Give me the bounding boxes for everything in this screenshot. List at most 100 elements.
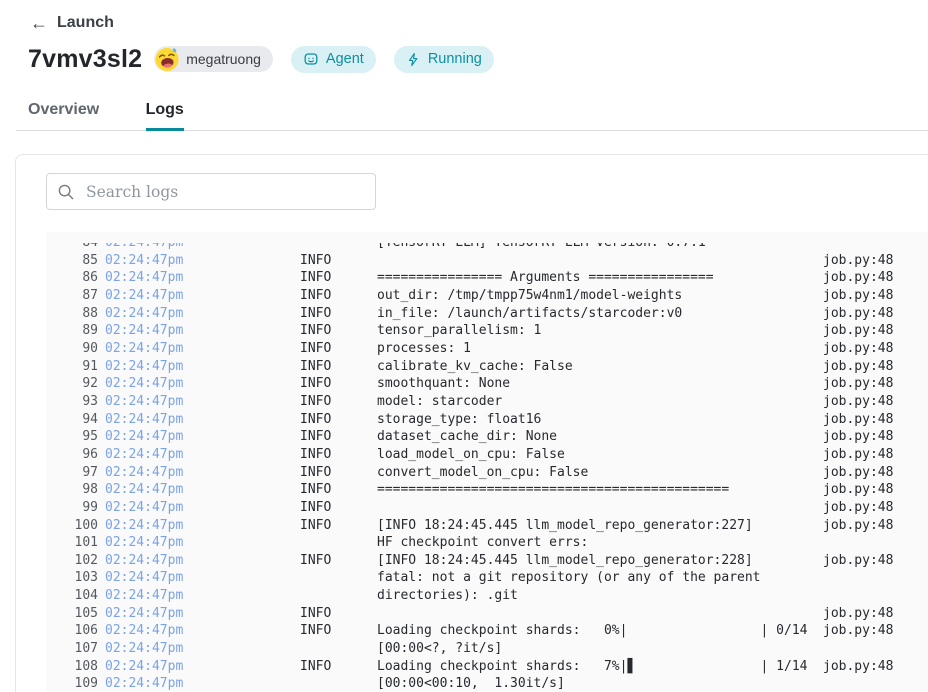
search-icon (57, 183, 75, 201)
log-timestamp[interactable]: 02:24:47pm (105, 569, 183, 587)
search-box[interactable] (46, 173, 376, 210)
log-row: 93 02:24:47pm INFO model: starcoder job.… (46, 393, 928, 411)
log-line-number: 92 (46, 375, 98, 393)
log-message: HF checkpoint convert errs: (377, 534, 588, 552)
log-message: [INFO 18:24:45.445 llm_model_repo_genera… (377, 552, 753, 570)
log-level: INFO (300, 446, 331, 464)
log-timestamp[interactable]: 02:24:47pm (105, 552, 183, 570)
log-timestamp[interactable]: 02:24:47pm (105, 605, 183, 623)
log-line-number: 86 (46, 269, 98, 287)
log-timestamp[interactable]: 02:24:47pm (105, 375, 183, 393)
log-source: job.py:48 (823, 358, 893, 376)
log-level: INFO (300, 605, 331, 623)
back-link[interactable]: ← Launch (30, 14, 114, 32)
log-timestamp[interactable]: 02:24:47pm (105, 675, 183, 692)
title-row: 7vmv3sl2 megatruong Agent (28, 42, 494, 76)
log-timestamp[interactable]: 02:24:47pm (105, 411, 183, 429)
log-source: job.py:48 (823, 252, 893, 270)
log-message: convert_model_on_cpu: False (377, 464, 588, 482)
log-line-number: 109 (46, 675, 98, 692)
log-level: INFO (300, 411, 331, 429)
log-timestamp[interactable]: 02:24:47pm (105, 499, 183, 517)
back-label[interactable]: Launch (57, 14, 114, 32)
log-line-number: 104 (46, 587, 98, 605)
log-line-number: 98 (46, 481, 98, 499)
log-timestamp[interactable]: 02:24:47pm (105, 393, 183, 411)
log-row: 91 02:24:47pm INFO calibrate_kv_cache: F… (46, 358, 928, 376)
log-level: INFO (300, 552, 331, 570)
log-source: job.py:48 (823, 446, 893, 464)
log-timestamp[interactable]: 02:24:47pm (105, 481, 183, 499)
log-level: INFO (300, 287, 331, 305)
log-timestamp[interactable]: 02:24:47pm (105, 658, 183, 676)
log-line-number: 99 (46, 499, 98, 517)
log-row: 98 02:24:47pm INFO =====================… (46, 481, 928, 499)
log-line-number: 105 (46, 605, 98, 623)
log-source: job.py:48 (823, 269, 893, 287)
log-timestamp[interactable]: 02:24:47pm (105, 534, 183, 552)
log-line-number: 84 (46, 243, 98, 252)
log-timestamp[interactable]: 02:24:47pm (105, 252, 183, 270)
log-line-number: 88 (46, 305, 98, 323)
log-line-number: 95 (46, 428, 98, 446)
log-timestamp[interactable]: 02:24:47pm (105, 446, 183, 464)
log-timestamp[interactable]: 02:24:47pm (105, 305, 183, 323)
log-source: job.py:48 (823, 605, 893, 623)
log-timestamp[interactable]: 02:24:47pm (105, 269, 183, 287)
log-timestamp[interactable]: 02:24:47pm (105, 587, 183, 605)
log-timestamp[interactable]: 02:24:47pm (105, 358, 183, 376)
log-row: 102 02:24:47pm INFO [INFO 18:24:45.445 l… (46, 552, 928, 570)
log-source: job.py:48 (823, 658, 893, 676)
log-timestamp[interactable]: 02:24:47pm (105, 464, 183, 482)
log-source: job.py:48 (823, 375, 893, 393)
log-message: storage_type: float16 (377, 411, 541, 429)
log-timestamp[interactable]: 02:24:47pm (105, 517, 183, 535)
log-viewer[interactable]: 84 02:24:47pm [TensorRT-LLM] TensorRT-LL… (46, 232, 928, 692)
log-line-number: 106 (46, 622, 98, 640)
launch-run-page: ← Launch 7vmv3sl2 megatruong Agent (0, 0, 928, 692)
owner-name: megatruong (186, 51, 261, 67)
log-line-number: 96 (46, 446, 98, 464)
log-line-number: 91 (46, 358, 98, 376)
log-line-number: 89 (46, 322, 98, 340)
agent-badge-label: Agent (326, 51, 364, 67)
log-row: 84 02:24:47pm [TensorRT-LLM] TensorRT-LL… (46, 243, 928, 252)
log-timestamp[interactable]: 02:24:47pm (105, 243, 183, 252)
tab-overview[interactable]: Overview (28, 101, 99, 130)
log-row: 108 02:24:47pm INFO Loading checkpoint s… (46, 658, 928, 676)
owner-pill[interactable]: megatruong (154, 46, 273, 72)
log-source: job.py:48 (823, 499, 893, 517)
log-row: 101 02:24:47pm HF checkpoint convert err… (46, 534, 928, 552)
log-message: fatal: not a git repository (or any of t… (377, 569, 761, 587)
log-source: job.py:48 (823, 517, 893, 535)
log-line-number: 100 (46, 517, 98, 535)
log-timestamp[interactable]: 02:24:47pm (105, 428, 183, 446)
lightning-icon (406, 52, 421, 67)
log-timestamp[interactable]: 02:24:47pm (105, 287, 183, 305)
search-input[interactable] (84, 182, 365, 202)
log-row: 105 02:24:47pm INFO job.py:48 (46, 605, 928, 623)
log-timestamp[interactable]: 02:24:47pm (105, 322, 183, 340)
log-timestamp[interactable]: 02:24:47pm (105, 340, 183, 358)
log-line-number: 108 (46, 658, 98, 676)
log-message: [00:00<00:10, 1.30it/s] (377, 675, 565, 692)
log-message: [INFO 18:24:45.445 llm_model_repo_genera… (377, 517, 753, 535)
log-message: ================ Arguments =============… (377, 269, 714, 287)
log-source: job.py:48 (823, 393, 893, 411)
log-level: INFO (300, 622, 331, 640)
log-level: INFO (300, 481, 331, 499)
tab-logs[interactable]: Logs (146, 101, 184, 130)
log-row: 94 02:24:47pm INFO storage_type: float16… (46, 411, 928, 429)
log-message: directories): .git (377, 587, 518, 605)
log-level: INFO (300, 375, 331, 393)
log-lines: 84 02:24:47pm [TensorRT-LLM] TensorRT-LL… (46, 243, 928, 692)
log-timestamp[interactable]: 02:24:47pm (105, 640, 183, 658)
log-source: job.py:48 (823, 305, 893, 323)
log-timestamp[interactable]: 02:24:47pm (105, 622, 183, 640)
log-source: job.py:48 (823, 287, 893, 305)
log-message: processes: 1 (377, 340, 471, 358)
log-level: INFO (300, 658, 331, 676)
back-arrow-icon[interactable]: ← (30, 14, 48, 32)
tab-bar: Overview Logs (16, 101, 928, 131)
log-source: job.py:48 (823, 340, 893, 358)
